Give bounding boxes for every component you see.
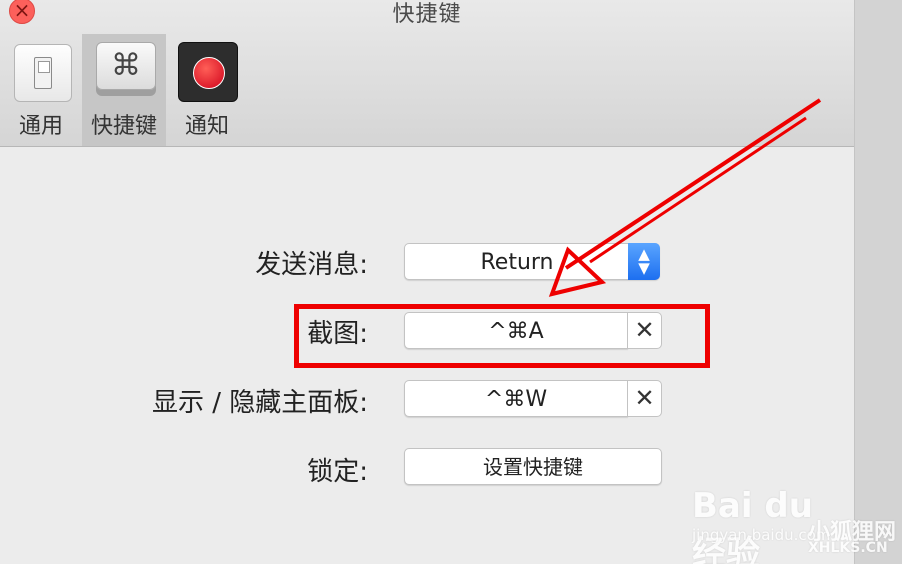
- background-window: [854, 0, 902, 564]
- annotation-arrow-icon: [548, 98, 822, 297]
- preferences-window: × 快捷键 通用 ⌘ 快捷键 通知 发送消息: Return ▲ ▼ 截图: ^⌘…: [0, 0, 854, 564]
- site-watermark-url: XHLKS.CN: [808, 540, 888, 556]
